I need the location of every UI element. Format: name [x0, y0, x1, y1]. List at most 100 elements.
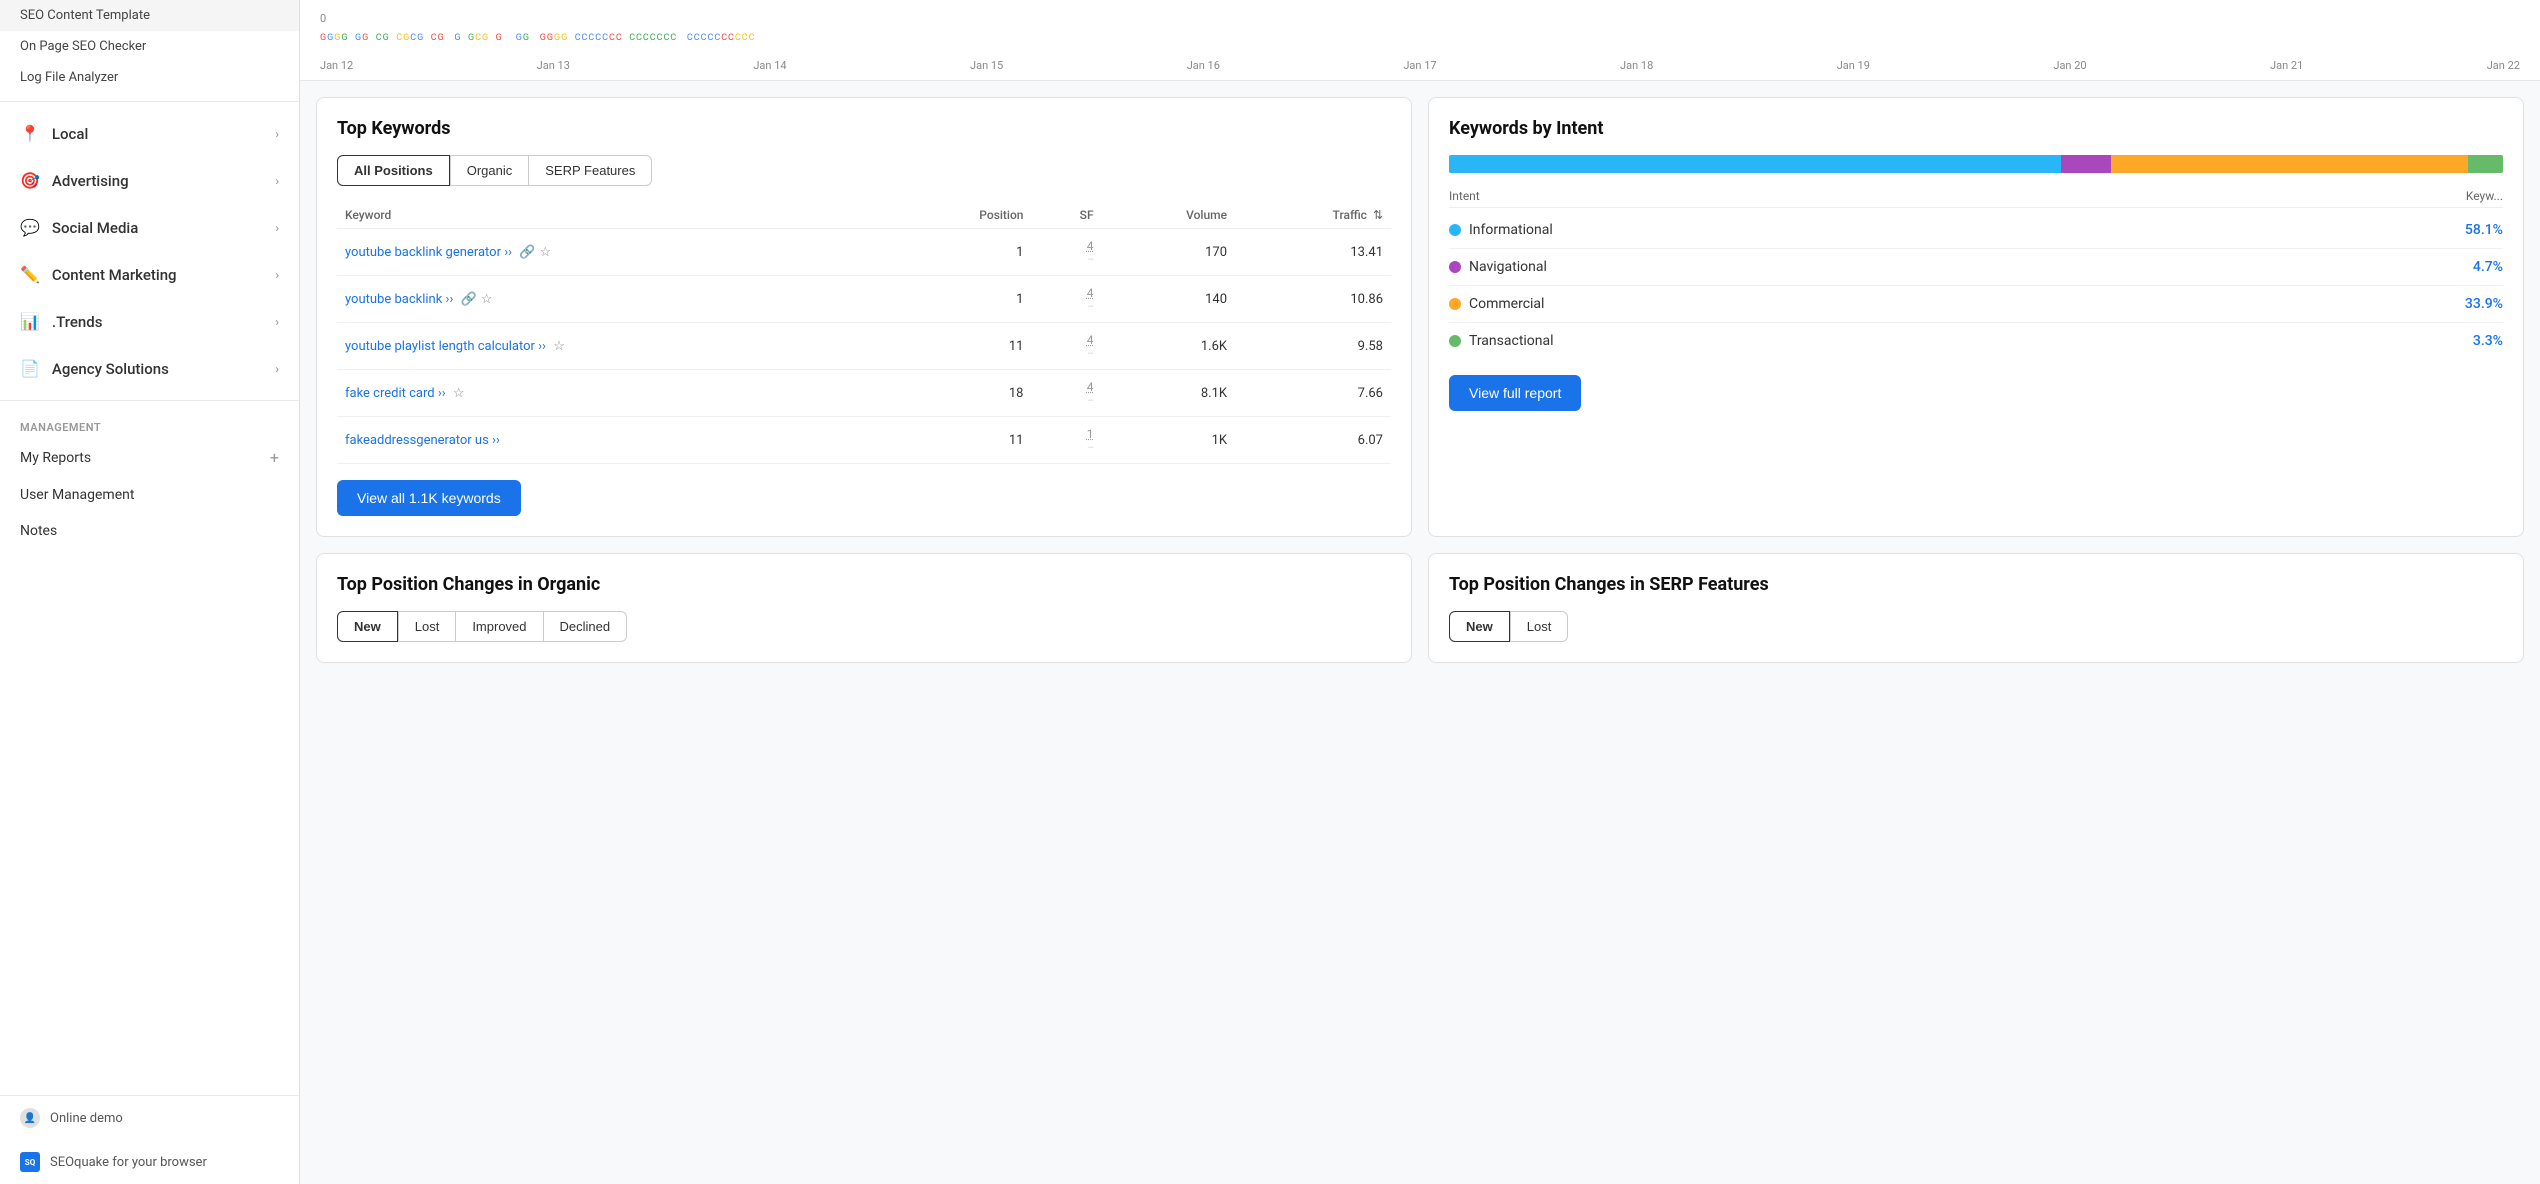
link-icon[interactable]: 🔗 [461, 292, 477, 307]
intent-label-navigational: Navigational [1449, 259, 1547, 275]
sidebar-item-local[interactable]: 📍 Local › [0, 110, 299, 157]
trends-icon: 📊 [20, 312, 40, 331]
link-icon[interactable]: 🔗 [519, 245, 535, 260]
intent-list: Informational58.1%Navigational4.7%Commer… [1449, 212, 2503, 359]
sidebar-item-advertising[interactable]: 🎯 Advertising › [0, 157, 299, 204]
top-keywords-card: Top Keywords All Positions Organic SERP … [316, 97, 1412, 537]
top-position-organic-card: Top Position Changes in Organic New Lost… [316, 553, 1412, 663]
sidebar-bottom: 👤 Online demo SQ SEOquake for your brows… [0, 1095, 299, 1184]
keyword-link[interactable]: fakeaddressgenerator us ›› [345, 433, 503, 448]
view-all-keywords-button[interactable]: View all 1.1K keywords [337, 480, 521, 516]
location-icon: 📍 [20, 124, 40, 143]
intent-col-intent: Intent [1449, 189, 1480, 203]
volume-cell: 1.6K [1102, 323, 1236, 370]
intent-dot-transactional [1449, 335, 1461, 347]
serp-filter-tabs: New Lost [1449, 611, 2503, 642]
tab-organic[interactable]: Organic [450, 155, 530, 186]
divider [0, 101, 299, 102]
organic-tab-lost[interactable]: Lost [398, 611, 457, 642]
intent-pct-navigational: 4.7% [2473, 259, 2503, 275]
sf-cell: 1-- [1031, 417, 1101, 464]
intent-dot-informational [1449, 224, 1461, 236]
main-content: 0 GGGG GG CG CGCG CG G GCG G GG GGGG CCC… [300, 0, 2540, 1184]
organic-tab-improved[interactable]: Improved [456, 611, 543, 642]
edit-icon: ✏️ [20, 265, 40, 284]
cards-grid: Top Keywords All Positions Organic SERP … [300, 81, 2540, 679]
sidebar-item-social-media[interactable]: 💬 Social Media › [0, 204, 299, 251]
sidebar-item-online-demo[interactable]: 👤 Online demo [0, 1096, 299, 1140]
table-row: youtube playlist length calculator ›› ☆ 1… [337, 323, 1391, 370]
sidebar-item-content-marketing[interactable]: ✏️ Content Marketing › [0, 251, 299, 298]
chat-icon: 💬 [20, 218, 40, 237]
traffic-cell: 13.41 [1235, 229, 1391, 276]
keyword-tabs: All Positions Organic SERP Features [337, 155, 1391, 186]
intent-dot-commercial [1449, 298, 1461, 310]
organic-filter-tabs: New Lost Improved Declined [337, 611, 1391, 642]
star-icon[interactable]: ☆ [553, 339, 565, 354]
view-full-report-button[interactable]: View full report [1449, 375, 1581, 411]
intent-bar-segment-informational [1449, 155, 2061, 173]
star-icon[interactable]: ☆ [481, 292, 493, 307]
traffic-cell: 6.07 [1235, 417, 1391, 464]
col-traffic: Traffic ⇅ [1235, 202, 1391, 229]
tab-serp-features[interactable]: SERP Features [529, 155, 652, 186]
chart-google-icons: GGGG GG CG CGCG CG G GCG G GG GGGG CCCCC… [320, 27, 2520, 55]
traffic-cell: 7.66 [1235, 370, 1391, 417]
traffic-filter-icon[interactable]: ⇅ [1373, 208, 1383, 222]
intent-pct-informational: 58.1% [2465, 222, 2503, 238]
star-icon[interactable]: ☆ [539, 245, 551, 260]
serp-tab-lost[interactable]: Lost [1510, 611, 1569, 642]
keywords-table: Keyword Position SF Volume Traffic ⇅ you… [337, 202, 1391, 464]
position-cell: 11 [890, 323, 1031, 370]
divider-2 [0, 400, 299, 401]
top-keywords-title: Top Keywords [337, 118, 1391, 139]
organic-tab-declined[interactable]: Declined [544, 611, 628, 642]
position-cell: 11 [890, 417, 1031, 464]
keyword-action-icons: 🔗☆ [461, 292, 493, 307]
sidebar-plain-onpage[interactable]: On Page SEO Checker [0, 31, 299, 62]
sidebar-plain-seo[interactable]: SEO Content Template [0, 0, 299, 31]
star-icon[interactable]: ☆ [453, 386, 465, 401]
tab-all-positions[interactable]: All Positions [337, 155, 450, 186]
volume-cell: 140 [1102, 276, 1236, 323]
sidebar: SEO Content Template On Page SEO Checker… [0, 0, 300, 1184]
serp-tab-new[interactable]: New [1449, 611, 1510, 642]
intent-pct-transactional: 3.3% [2473, 333, 2503, 349]
traffic-cell: 9.58 [1235, 323, 1391, 370]
chevron-right-icon: › [275, 315, 279, 329]
keyword-link[interactable]: youtube playlist length calculator ›› [345, 339, 549, 354]
volume-cell: 170 [1102, 229, 1236, 276]
sidebar-plain-logfile[interactable]: Log File Analyzer [0, 62, 299, 93]
keyword-action-icons: 🔗☆ [519, 245, 551, 260]
top-position-organic-title: Top Position Changes in Organic [337, 574, 1391, 595]
intent-bar-segment-navigational [2061, 155, 2111, 173]
col-sf: SF [1031, 202, 1101, 229]
sidebar-item-trends[interactable]: 📊 .Trends › [0, 298, 299, 345]
sidebar-item-agency-solutions[interactable]: 📄 Agency Solutions › [0, 345, 299, 392]
organic-tab-new[interactable]: New [337, 611, 398, 642]
chart-area: 0 GGGG GG CG CGCG CG G GCG G GG GGGG CCC… [300, 0, 2540, 81]
keyword-link[interactable]: fake credit card ›› [345, 386, 449, 401]
col-volume: Volume [1102, 202, 1236, 229]
keyword-action-icons: ☆ [453, 386, 465, 401]
intent-pct-commercial: 33.9% [2465, 296, 2503, 312]
sidebar-item-notes[interactable]: Notes [0, 513, 299, 549]
sidebar-item-seoquake[interactable]: SQ SEOquake for your browser [0, 1140, 299, 1184]
col-keyword: Keyword [337, 202, 890, 229]
chart-zero-label: 0 [320, 12, 2520, 25]
sidebar-item-my-reports[interactable]: My Reports + [0, 438, 299, 477]
table-row: youtube backlink ›› 🔗☆14--14010.86 [337, 276, 1391, 323]
sidebar-item-user-management[interactable]: User Management [0, 477, 299, 513]
intent-col-keywords: Keyw... [2466, 189, 2503, 203]
add-report-icon[interactable]: + [270, 448, 279, 467]
keyword-link[interactable]: youtube backlink ›› [345, 292, 457, 307]
chevron-right-icon: › [275, 127, 279, 141]
table-row: fakeaddressgenerator us ›› 111--1K6.07 [337, 417, 1391, 464]
management-section-title: MANAGEMENT [0, 409, 299, 438]
chevron-right-icon: › [275, 221, 279, 235]
chevron-right-icon: › [275, 362, 279, 376]
top-position-serp-card: Top Position Changes in SERP Features Ne… [1428, 553, 2524, 663]
position-cell: 18 [890, 370, 1031, 417]
keyword-link[interactable]: youtube backlink generator ›› [345, 245, 515, 260]
intent-row-commercial: Commercial33.9% [1449, 286, 2503, 323]
